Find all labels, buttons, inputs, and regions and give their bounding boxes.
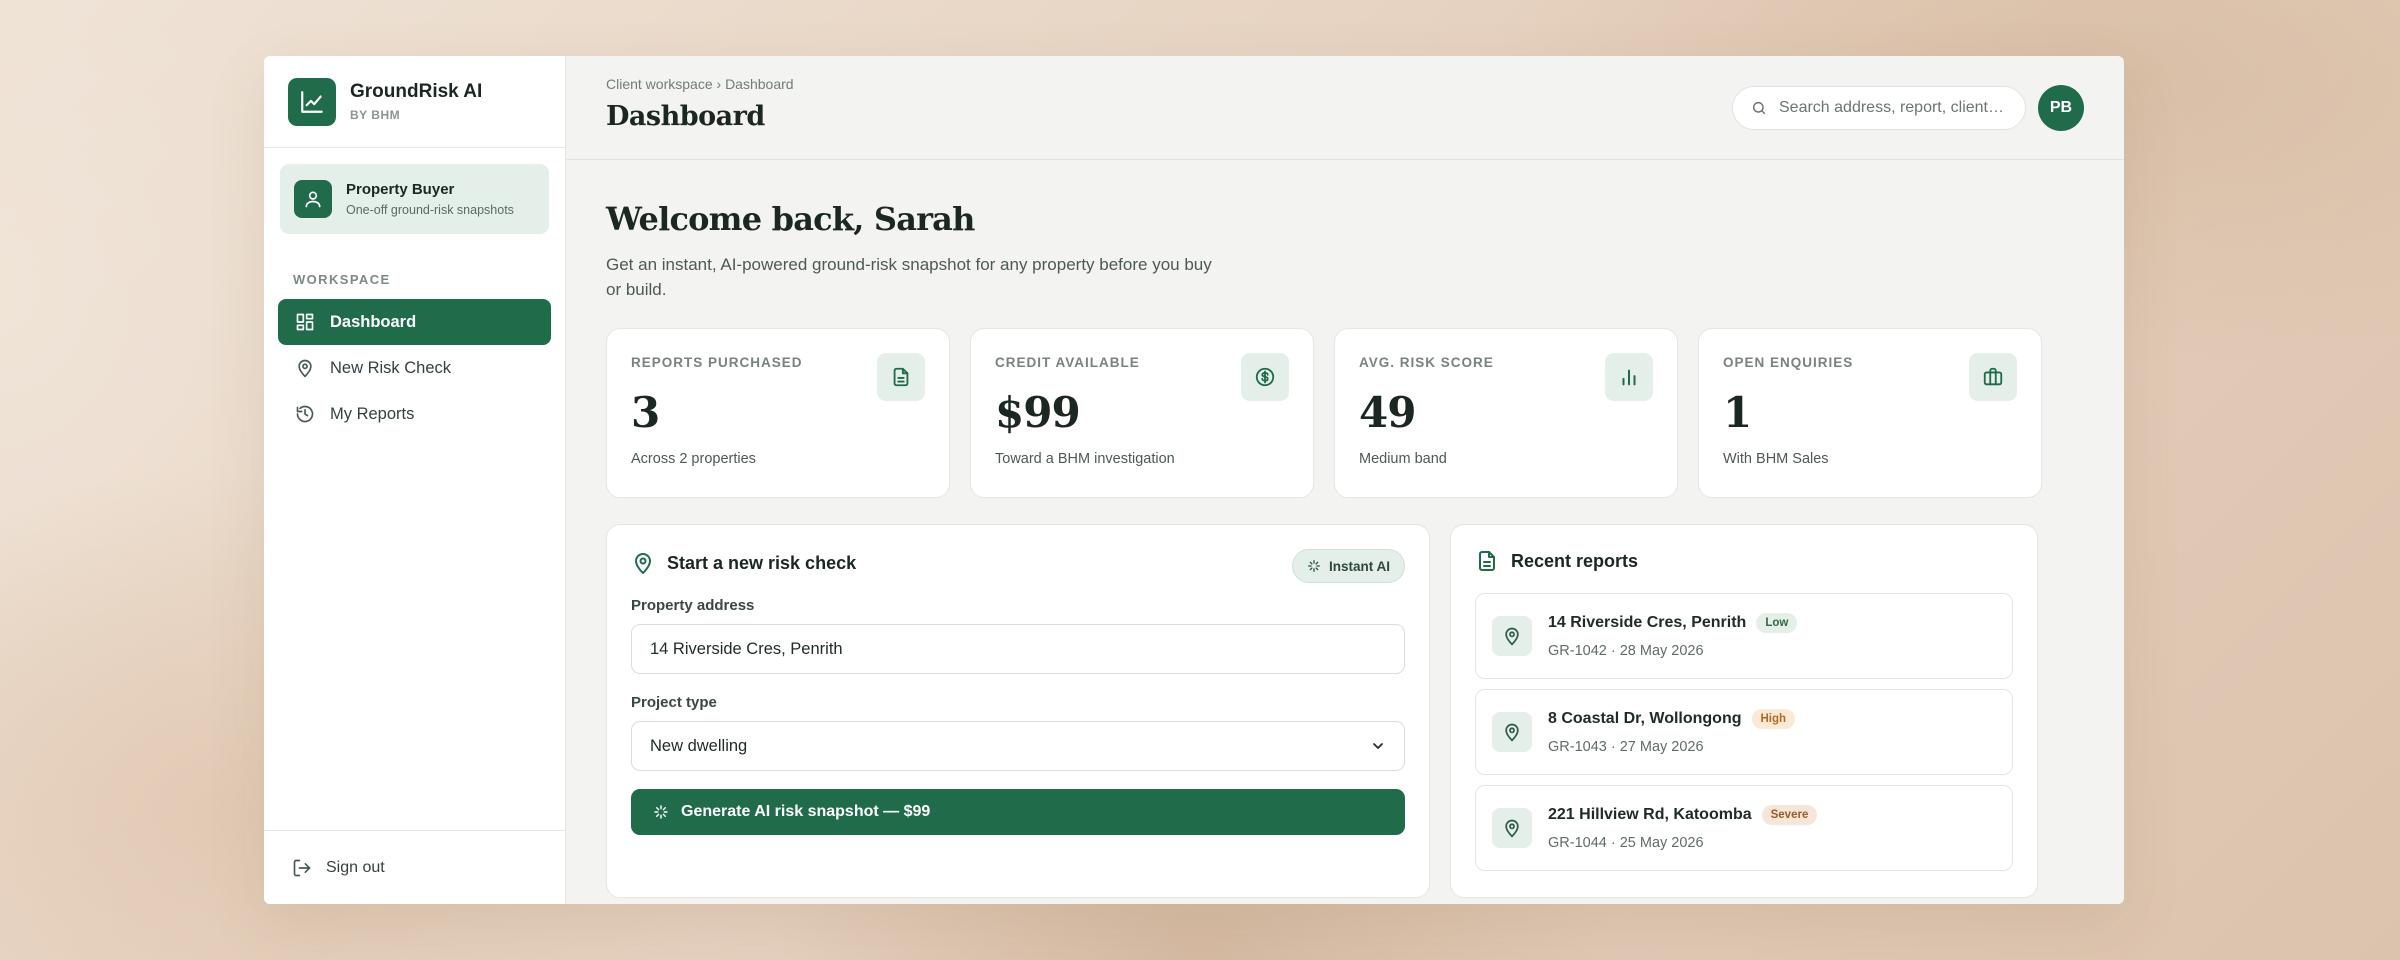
breadcrumb-separator: › (716, 76, 722, 92)
report-meta: GR-1042 · 28 May 2026 (1548, 643, 1704, 659)
list-item[interactable]: 221 Hillview Rd, Katoomba Severe GR-1044… (1475, 785, 2013, 871)
brand-name: GroundRisk AI (350, 81, 483, 102)
sidebar-item-label: New Risk Check (330, 358, 452, 377)
role-subtitle: One-off ground-risk snapshots (346, 203, 514, 217)
address-input[interactable] (650, 639, 1386, 659)
dashboard-content: Welcome back, Sarah Get an instant, AI-p… (566, 200, 2124, 898)
workspace-section-label: WORKSPACE (293, 272, 391, 287)
stat-subtext: With BHM Sales (1723, 451, 1829, 467)
welcome-intro: Get an instant, AI-powered ground-risk s… (606, 255, 1212, 299)
welcome-heading: Welcome back, Sarah (606, 200, 975, 238)
generate-button-label: Generate AI risk snapshot — $99 (681, 803, 931, 820)
map-pin-icon (1492, 712, 1532, 752)
main-area: Client workspace › Dashboard Dashboard P… (566, 56, 2124, 904)
sidebar-item-dashboard[interactable]: Dashboard (278, 299, 551, 345)
recent-reports-list: 14 Riverside Cres, Penrith Low GR-1042 ·… (1475, 593, 2013, 871)
sparkle-icon (653, 804, 669, 820)
sidebar-item-my-reports[interactable]: My Reports (278, 391, 551, 437)
sidebar-item-label: Dashboard (330, 312, 417, 331)
bar-chart-icon (1605, 353, 1653, 401)
sign-out-button[interactable]: Sign out (264, 830, 565, 904)
topbar: Client workspace › Dashboard Dashboard P… (566, 56, 2124, 160)
badge-label: Instant AI (1328, 558, 1390, 574)
brand-subtitle: BY BHM (350, 108, 401, 122)
project-type-value: New dwelling (650, 736, 748, 755)
app-window: GroundRisk AI BY BHM Property Buyer One-… (264, 56, 2124, 904)
dashboard-icon (294, 311, 316, 333)
sign-out-icon (292, 858, 312, 878)
map-pin-icon (631, 551, 655, 575)
sidebar: GroundRisk AI BY BHM Property Buyer One-… (264, 56, 566, 904)
sparkle-icon (1307, 559, 1321, 573)
search-icon (1751, 100, 1767, 116)
project-type-select[interactable]: New dwelling (631, 721, 1405, 771)
recent-reports-panel: Recent reports 14 Riverside Cres, Penrit… (1450, 524, 2038, 898)
address-field-wrap (631, 624, 1405, 674)
history-icon (294, 403, 316, 425)
sign-out-label: Sign out (326, 858, 385, 876)
stat-subtext: Medium band (1359, 451, 1447, 467)
stat-card-credit[interactable]: CREDIT AVAILABLE $99 Toward a BHM invest… (970, 328, 1314, 498)
user-icon (294, 180, 332, 218)
report-address: 8 Coastal Dr, Wollongong (1548, 710, 1742, 727)
recent-reports-title: Recent reports (1511, 550, 1639, 571)
stats-row: REPORTS PURCHASED 3 Across 2 properties … (606, 328, 2084, 498)
risk-badge: High (1751, 709, 1796, 729)
document-icon (877, 353, 925, 401)
report-meta: GR-1044 · 25 May 2026 (1548, 835, 1704, 851)
risk-check-title: Start a new risk check (667, 552, 857, 573)
stat-card-risk-score[interactable]: AVG. RISK SCORE 49 Medium band (1334, 328, 1678, 498)
brand[interactable]: GroundRisk AI BY BHM (264, 56, 565, 148)
stat-subtext: Toward a BHM investigation (995, 451, 1175, 467)
instant-ai-badge: Instant AI (1291, 549, 1405, 583)
address-label: Property address (631, 597, 755, 614)
search-input[interactable] (1779, 99, 2007, 117)
document-icon (1475, 549, 1499, 573)
risk-badge: Severe (1761, 805, 1818, 825)
role-title: Property Buyer (346, 181, 455, 198)
report-meta: GR-1043 · 27 May 2026 (1548, 739, 1704, 755)
lower-panels: Start a new risk check Instant AI Proper… (606, 524, 2084, 898)
map-pin-icon (294, 357, 316, 379)
trend-chart-icon (288, 77, 336, 126)
risk-badge: Low (1756, 613, 1798, 633)
briefcase-icon (1969, 353, 2017, 401)
stat-card-enquiries[interactable]: OPEN ENQUIRIES 1 With BHM Sales (1698, 328, 2042, 498)
list-item[interactable]: 8 Coastal Dr, Wollongong High GR-1043 · … (1475, 689, 2013, 775)
map-pin-icon (1492, 808, 1532, 848)
report-address: 14 Riverside Cres, Penrith (1548, 614, 1747, 631)
role-card[interactable]: Property Buyer One-off ground-risk snaps… (280, 164, 549, 234)
search-box[interactable] (1732, 86, 2026, 130)
list-item[interactable]: 14 Riverside Cres, Penrith Low GR-1042 ·… (1475, 593, 2013, 679)
report-address: 221 Hillview Rd, Katoomba (1548, 806, 1752, 823)
risk-check-panel: Start a new risk check Instant AI Proper… (606, 524, 1430, 898)
dollar-icon (1241, 353, 1289, 401)
stat-card-reports[interactable]: REPORTS PURCHASED 3 Across 2 properties (606, 328, 950, 498)
avatar[interactable]: PB (2038, 85, 2084, 131)
project-type-label: Project type (631, 694, 717, 711)
sidebar-item-label: My Reports (330, 404, 415, 423)
chevron-down-icon (1370, 738, 1386, 754)
breadcrumb-current: Dashboard (725, 76, 794, 92)
breadcrumb-root[interactable]: Client workspace (606, 76, 713, 92)
sidebar-item-new-risk-check[interactable]: New Risk Check (278, 345, 551, 391)
stat-subtext: Across 2 properties (631, 451, 756, 467)
map-pin-icon (1492, 616, 1532, 656)
generate-snapshot-button[interactable]: Generate AI risk snapshot — $99 (631, 789, 1405, 835)
sidebar-nav: Dashboard New Risk Check My Reports (264, 299, 565, 437)
